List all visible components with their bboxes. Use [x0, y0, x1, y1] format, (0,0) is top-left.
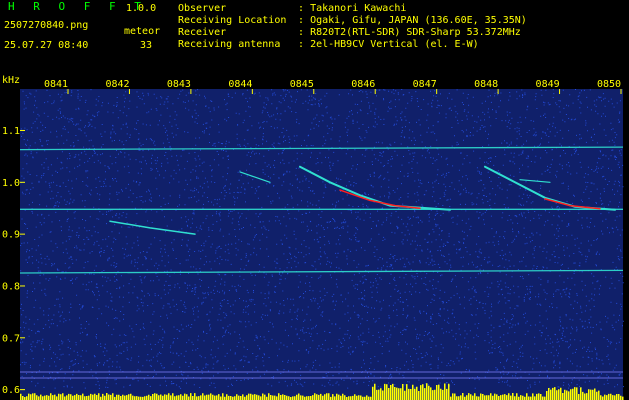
file-name: 2507270840.png [4, 20, 89, 31]
info-key: Receiver [178, 27, 227, 38]
info-receiver: Receiver: R820T2(RTL-SDR) SDR-Sharp 53.3… [178, 27, 521, 38]
info-sep: : [298, 27, 305, 38]
info-value: Ogaki, Gifu, JAPAN (136.60E, 35.35N) [310, 15, 527, 26]
y-axis-unit: kHz [2, 75, 20, 86]
time-tick-label: 0842 [105, 79, 129, 90]
time-tick-label: 0845 [290, 79, 314, 90]
time-tick-label: 0849 [536, 79, 560, 90]
info-sep: : [298, 39, 305, 50]
freq-tick-label: 0.7 [2, 333, 20, 344]
info-key: Observer [178, 3, 227, 14]
meteor-count: 33 [140, 40, 153, 51]
info-sep: : [298, 3, 305, 14]
meteor-label: meteor [124, 26, 161, 37]
info-antenna: Receiving antenna: 2el-HB9CV Vertical (e… [178, 39, 479, 50]
spectrogram-background [20, 89, 623, 400]
freq-tick-label: 0.6 [2, 385, 20, 396]
spectrogram: 0841 0842 0843 0844 0845 0846 0847 0848 0849 0850… [0, 75, 629, 400]
time-tick-label: 0847 [413, 79, 437, 90]
time-tick-label: 0843 [167, 79, 191, 90]
freq-tick-label: 0.9 [2, 230, 20, 241]
info-value: 2el-HB9CV Vertical (el. E-W) [310, 39, 479, 50]
time-tick-label: 0848 [474, 79, 498, 90]
time-tick-label: 0850 [597, 79, 621, 90]
info-key: Receiving antenna [178, 39, 281, 50]
freq-tick-label: 0.8 [2, 281, 20, 292]
app-version: 1.0.0 [126, 3, 157, 14]
header-panel: H R O F F T 1.0.0 2507270840.png meteor … [0, 0, 629, 75]
time-tick-label: 0846 [351, 79, 375, 90]
date-time: 25.07.27 08:40 [4, 40, 89, 51]
freq-tick-label: 1.1 [2, 126, 20, 137]
freq-tick-label: 1.0 [2, 178, 20, 189]
info-sep: : [298, 15, 305, 26]
info-location: Receiving Location: Ogaki, Gifu, JAPAN (… [178, 15, 527, 26]
time-tick-label: 0841 [44, 79, 68, 90]
info-observer: Observer: Takanori Kawachi [178, 3, 406, 14]
time-tick-label: 0844 [228, 79, 252, 90]
info-value: R820T2(RTL-SDR) SDR-Sharp 53.372MHz [310, 27, 521, 38]
info-value: Takanori Kawachi [310, 3, 407, 14]
info-key: Receiving Location [178, 15, 287, 26]
